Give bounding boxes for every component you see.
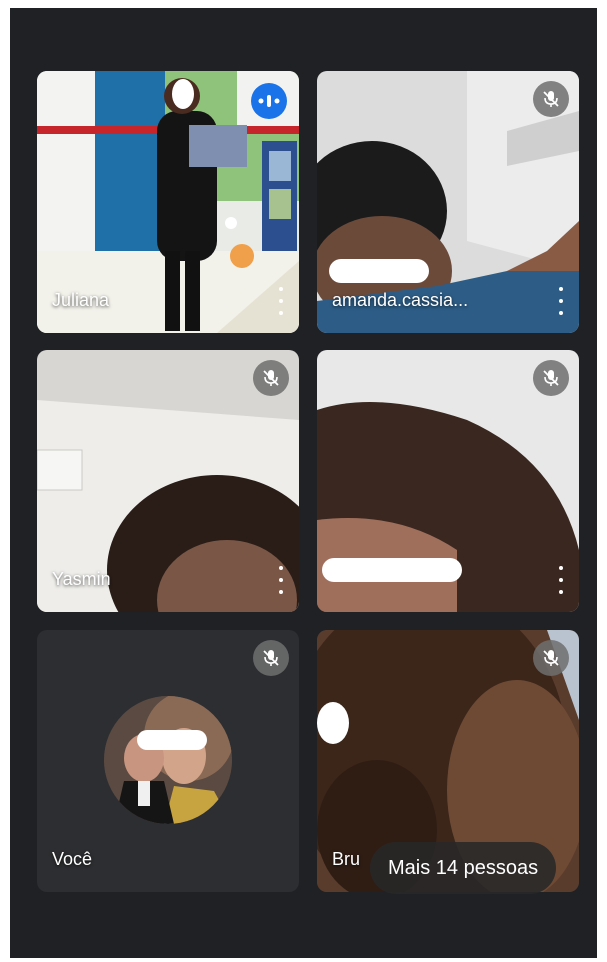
participant-name: Bru bbox=[332, 849, 361, 869]
participant-tile-self[interactable]: Você bbox=[37, 630, 299, 892]
mic-off-icon bbox=[533, 360, 569, 396]
participant-tile-yasmin[interactable]: Yasmin bbox=[37, 350, 299, 612]
mic-off-icon bbox=[253, 640, 289, 676]
mic-off-icon bbox=[533, 81, 569, 117]
avatar bbox=[104, 696, 232, 824]
redaction-mark bbox=[317, 702, 349, 744]
participant-name: Você bbox=[52, 849, 93, 869]
more-options-icon[interactable] bbox=[273, 287, 289, 315]
mic-off-icon bbox=[533, 640, 569, 676]
participant-name: amanda.cassia... bbox=[332, 290, 469, 310]
more-options-icon[interactable] bbox=[273, 566, 289, 594]
mic-off-icon bbox=[253, 360, 289, 396]
redaction-mark bbox=[137, 730, 207, 750]
participant-tile-juliana[interactable]: Juliana bbox=[37, 71, 299, 333]
meeting-screen: Juliana amanda.cassia... Yasmin Você Bru… bbox=[10, 8, 597, 958]
speaking-indicator-icon bbox=[251, 83, 287, 119]
more-participants-button[interactable]: Mais 14 pessoas bbox=[370, 842, 557, 894]
participant-tile-unnamed[interactable] bbox=[317, 350, 579, 612]
redaction-mark bbox=[172, 79, 194, 109]
redaction-mark bbox=[322, 558, 462, 582]
participant-name: Yasmin bbox=[52, 569, 111, 589]
more-options-icon[interactable] bbox=[553, 566, 569, 594]
participant-name: Juliana bbox=[52, 290, 110, 310]
participant-tile-amanda[interactable]: amanda.cassia... bbox=[317, 71, 579, 333]
redaction-mark bbox=[225, 217, 237, 229]
more-options-icon[interactable] bbox=[553, 287, 569, 315]
redaction-mark bbox=[329, 259, 429, 283]
